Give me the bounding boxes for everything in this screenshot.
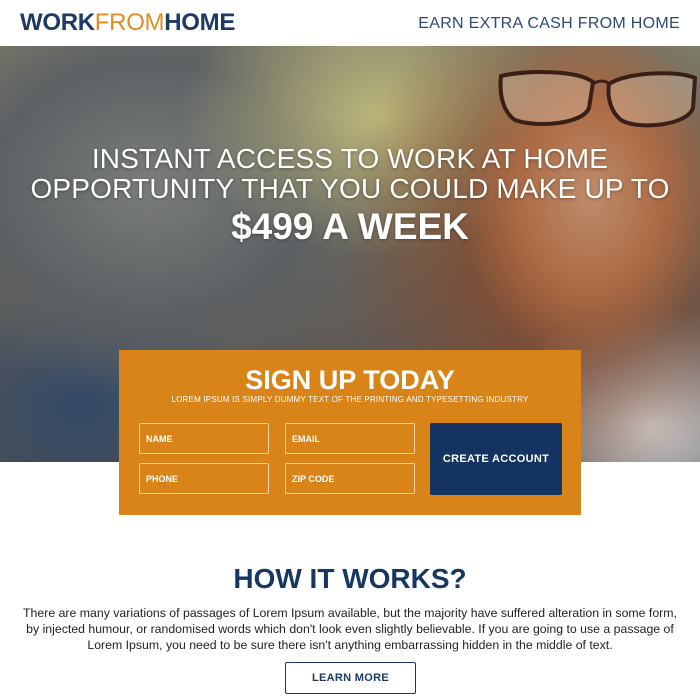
phone-field[interactable] bbox=[139, 463, 269, 494]
header-tagline: EARN EXTRA CASH FROM HOME bbox=[418, 15, 680, 32]
signup-form: SIGN UP TODAY LOREM IPSUM IS SIMPLY DUMM… bbox=[119, 350, 581, 515]
logo-from: FROM bbox=[94, 9, 165, 36]
name-field[interactable] bbox=[139, 423, 269, 454]
how-it-works-title: HOW IT WORKS? bbox=[233, 563, 467, 594]
signup-title: SIGN UP TODAY bbox=[245, 365, 455, 395]
hero-headline-line-2: OPPORTUNITY THAT YOU COULD MAKE UP TO bbox=[30, 173, 670, 204]
learn-more-button[interactable]: LEARN MORE bbox=[285, 662, 416, 694]
logo-work: WORK bbox=[20, 9, 95, 36]
logo[interactable]: WORKFROMHOME bbox=[20, 9, 235, 37]
hero-photo-glasses bbox=[498, 70, 697, 128]
email-field[interactable] bbox=[285, 423, 415, 454]
hero-amount: $499 A WEEK bbox=[231, 206, 469, 247]
how-it-works-body: There are many variations of passages of… bbox=[23, 606, 677, 652]
create-account-button[interactable]: CREATE ACCOUNT bbox=[430, 423, 562, 495]
hero-headline: INSTANT ACCESS TO WORK AT HOME OPPORTUNI… bbox=[0, 144, 700, 204]
hero-headline-line-1: INSTANT ACCESS TO WORK AT HOME bbox=[91, 143, 609, 174]
site-header: WORKFROMHOME EARN EXTRA CASH FROM HOME bbox=[0, 0, 700, 46]
logo-home: HOME bbox=[164, 9, 236, 36]
signup-subtitle: LOREM IPSUM IS SIMPLY DUMMY TEXT OF THE … bbox=[171, 395, 529, 404]
zip-code-field[interactable] bbox=[285, 463, 415, 494]
